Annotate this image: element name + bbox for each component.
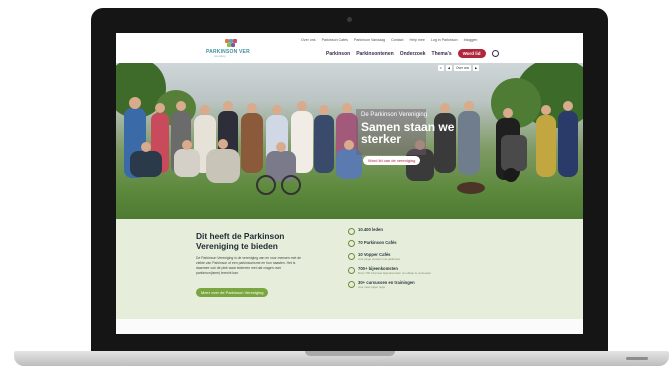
top-link-login-parkinson[interactable]: Log in Parkinson: [431, 38, 458, 42]
nav-parkinson[interactable]: Parkinson: [326, 51, 350, 57]
people-icon: [348, 240, 355, 247]
offer-title: Dit heeft de Parkinson Vereniging te bie…: [196, 231, 285, 251]
nav-themas[interactable]: Thema's: [432, 51, 452, 57]
chat-icon: [348, 266, 355, 274]
site-header: PARKINSON VER vereniging Over ons Parkin…: [116, 33, 583, 63]
stat-sub: voor meer eigen regie: [358, 285, 386, 289]
top-navigation: Over ons Parkinson Cafés Parkinson Vanda…: [301, 38, 477, 42]
stat-sub: voor jonge mensen met parkinson: [358, 257, 401, 261]
stat-item: 700+ bijeenkomsten Ruim 700 informele bi…: [348, 266, 478, 275]
logo-subtitle: vereniging: [214, 55, 226, 58]
stat-sub: Ruim 700 informele bijeenkomsten om elka…: [358, 271, 432, 275]
offer-section: Dit heeft de Parkinson Vereniging te bie…: [116, 219, 583, 319]
graduation-icon: [348, 280, 355, 288]
word-lid-button[interactable]: Word lid: [457, 49, 486, 58]
page-bottom: [116, 319, 583, 334]
main-navigation: Parkinson Parkinsontenen Onderzoek Thema…: [326, 49, 499, 58]
hero-banner: De Parkinson Vereniging Samen staan we s…: [116, 63, 583, 219]
stat-item: 70 Parkinson Cafés: [348, 239, 478, 247]
nav-onderzoek[interactable]: Onderzoek: [400, 51, 426, 57]
group-photo: [124, 97, 578, 195]
top-link-over-ons[interactable]: Over ons: [301, 38, 316, 42]
laptop-port: [626, 357, 648, 360]
nav-parkinsontenen[interactable]: Parkinsontenen: [356, 51, 394, 57]
top-link-vandaag[interactable]: Parkinson Vandaag: [354, 38, 385, 42]
more-about-button[interactable]: Meer over de Parkinson Vereniging: [196, 288, 269, 297]
previous-icon[interactable]: ◀: [445, 65, 453, 71]
top-link-cafes[interactable]: Parkinson Cafés: [322, 38, 348, 42]
hero-join-button[interactable]: Word lid van de vereniging: [363, 156, 421, 165]
logo[interactable]: PARKINSON VER vereniging: [206, 39, 256, 59]
stat-item: 30+ cursussen en trainingen voor meer ei…: [348, 280, 478, 289]
camera-icon: [347, 17, 352, 22]
stats-list: 10.400 leden 70 Parkinson Cafés 10 Voppe…: [348, 227, 478, 294]
laptop-frame: PARKINSON VER vereniging Over ons Parkin…: [0, 0, 669, 374]
hero-kicker: De Parkinson Vereniging: [361, 112, 428, 118]
hero-title: Samen staan we sterker: [361, 120, 455, 146]
slide-label[interactable]: Over ons: [454, 65, 471, 71]
stat-label: 10.400 leden: [358, 227, 383, 232]
next-icon[interactable]: ▶: [472, 65, 480, 71]
stat-item: 10 Vopper Cafés voor jonge mensen met pa…: [348, 252, 478, 261]
slider-controls: ⏸ ◀ Over ons ▶: [438, 65, 480, 71]
stat-item: 10.400 leden: [348, 227, 478, 235]
top-link-contact[interactable]: Contact: [391, 38, 403, 42]
heart-icon: [348, 227, 355, 235]
website-screen: PARKINSON VER vereniging Over ons Parkin…: [116, 33, 583, 334]
stat-label: 70 Parkinson Cafés: [358, 239, 397, 245]
top-link-inloggen[interactable]: Inloggen: [464, 38, 478, 42]
pause-icon[interactable]: ⏸: [438, 65, 444, 71]
offer-description: De Parkinson Vereniging is de vereniging…: [196, 256, 301, 275]
cup-icon: [348, 252, 355, 260]
logo-icon: [225, 39, 237, 48]
top-link-help[interactable]: Help mee: [409, 38, 424, 42]
search-icon[interactable]: [491, 50, 499, 57]
laptop-notch: [305, 351, 395, 356]
